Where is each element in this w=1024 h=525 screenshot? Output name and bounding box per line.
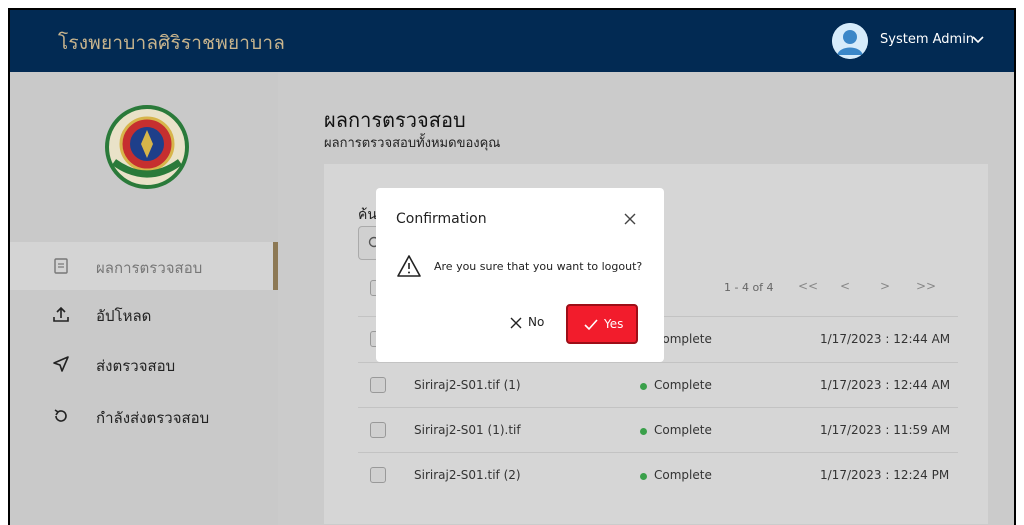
page-subtitle: ผลการตรวจสอบทั้งหมดของคุณ: [324, 136, 501, 151]
date-text: 1/17/2023 : 12:44 AM: [820, 378, 951, 392]
no-button-label: No: [528, 315, 545, 329]
user-name[interactable]: System Admin: [880, 32, 974, 47]
upload-icon: [53, 306, 69, 322]
document-icon: [54, 258, 68, 274]
warning-icon: [397, 255, 421, 277]
file-name: Siriraj2-S01.tif (1): [414, 378, 521, 392]
row-checkbox[interactable]: [370, 467, 386, 483]
status-dot: [640, 383, 647, 390]
sidebar-item-send[interactable]: ส่งตรวจสอบ: [10, 340, 278, 388]
dialog-title: Confirmation: [396, 211, 487, 227]
date-text: 1/17/2023 : 12:44 AM: [820, 332, 951, 346]
table-row[interactable]: Siriraj2-S01.tif (2) Complete 1/17/2023 …: [358, 452, 958, 497]
status-dot: [640, 428, 647, 435]
logout-confirmation-dialog: Confirmation Are you sure that you want …: [376, 188, 664, 362]
status-text: Complete: [654, 378, 712, 392]
hospital-name: โรงพยาบาลศิริราชพยาบาล: [58, 32, 286, 54]
sidebar-item-label: ผลการตรวจสอบ: [96, 259, 203, 277]
pagination-info: 1 - 4 of 4: [724, 281, 774, 294]
hospital-logo: [105, 105, 189, 189]
status-text: Complete: [654, 468, 712, 482]
file-name: Siriraj2-S01.tif (2): [414, 468, 521, 482]
user-icon: [832, 23, 868, 59]
yes-button[interactable]: Yes: [566, 304, 638, 344]
pager-next-button[interactable]: >: [880, 279, 890, 293]
top-bar: โรงพยาบาลศิริราชพยาบาล System Admin: [10, 10, 1014, 72]
close-icon: [510, 317, 522, 329]
sidebar-item-sending[interactable]: กำลังส่งตรวจสอบ: [10, 392, 278, 440]
pager-prev-button[interactable]: <: [840, 279, 850, 293]
app-window: โรงพยาบาลศิริราชพยาบาล System Admin ผลกา…: [8, 8, 1016, 525]
dialog-message: Are you sure that you want to logout?: [434, 260, 643, 273]
sidebar-item-label: อัปโหลด: [96, 307, 152, 325]
pager-last-button[interactable]: >>: [916, 279, 936, 293]
check-icon: [584, 319, 598, 331]
row-checkbox[interactable]: [370, 377, 386, 393]
chevron-down-icon[interactable]: [970, 31, 986, 47]
pager-first-button[interactable]: <<: [798, 279, 818, 293]
close-icon[interactable]: [623, 212, 637, 226]
row-checkbox[interactable]: [370, 422, 386, 438]
sidebar: ผลการตรวจสอบ อัปโหลด ส่งตรวจสอบ กำลังส่ง…: [10, 72, 278, 525]
no-button[interactable]: No: [504, 308, 556, 338]
date-text: 1/17/2023 : 12:24 PM: [820, 468, 950, 482]
table-row[interactable]: Siriraj2-S01.tif (1) Complete 1/17/2023 …: [358, 362, 958, 407]
table-row[interactable]: Siriraj2-S01 (1).tif Complete 1/17/2023 …: [358, 407, 958, 452]
yes-button-label: Yes: [604, 317, 624, 331]
sidebar-item-results[interactable]: ผลการตรวจสอบ: [10, 242, 278, 290]
avatar[interactable]: [832, 23, 868, 59]
sidebar-item-label: กำลังส่งตรวจสอบ: [96, 409, 210, 427]
file-name: Siriraj2-S01 (1).tif: [414, 423, 521, 437]
date-text: 1/17/2023 : 11:59 AM: [820, 423, 951, 437]
send-icon: [53, 356, 69, 372]
status-text: Complete: [654, 423, 712, 437]
refresh-icon: [54, 409, 67, 422]
status-dot: [640, 473, 647, 480]
sidebar-item-label: ส่งตรวจสอบ: [96, 357, 176, 375]
sidebar-item-upload[interactable]: อัปโหลด: [10, 290, 278, 338]
